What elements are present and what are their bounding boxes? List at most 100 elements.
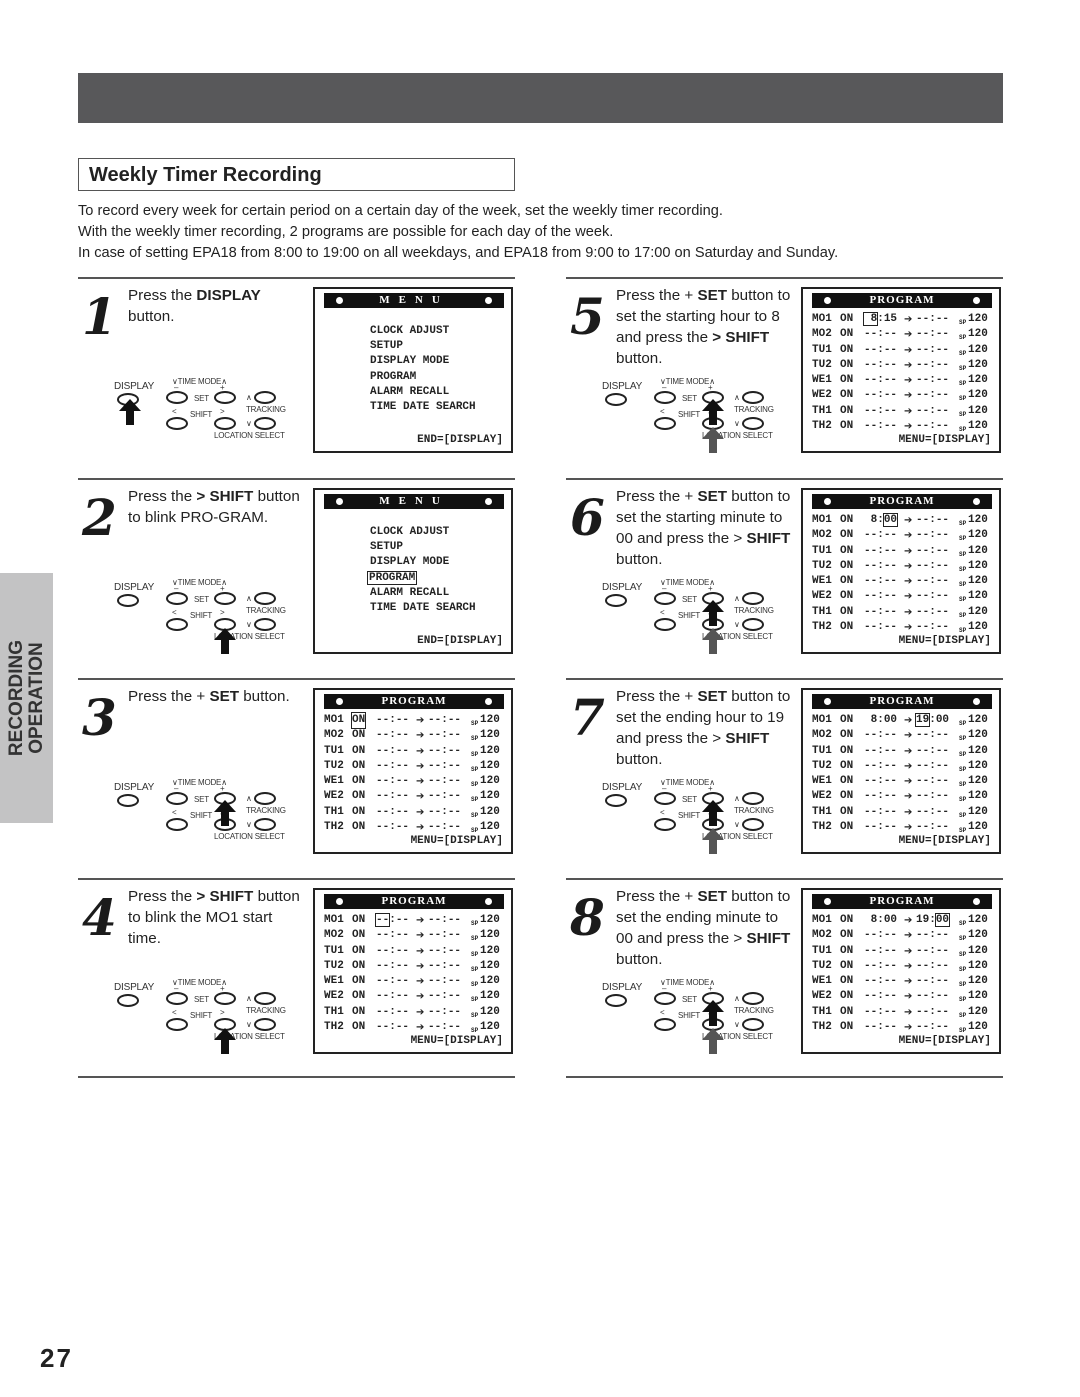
program-start-time: --:-- bbox=[864, 929, 898, 942]
shift-left-button[interactable] bbox=[166, 417, 188, 430]
tracking-up-button[interactable] bbox=[254, 592, 276, 605]
display-button[interactable] bbox=[117, 594, 139, 607]
program-start-time: --:-- bbox=[376, 1005, 410, 1018]
menu-item[interactable]: TIME DATE SEARCH bbox=[370, 400, 476, 415]
tracking-down-button[interactable] bbox=[742, 1018, 764, 1031]
display-button[interactable] bbox=[117, 794, 139, 807]
tracking-up-button[interactable] bbox=[254, 792, 276, 805]
set-plus-button[interactable] bbox=[214, 592, 236, 605]
tracking-down-button[interactable] bbox=[254, 417, 276, 430]
menu-item[interactable]: DISPLAY MODE bbox=[370, 555, 476, 570]
screen-title: PROGRAM bbox=[869, 495, 935, 507]
menu-item[interactable]: PROGRAM bbox=[366, 570, 476, 586]
display-button[interactable] bbox=[117, 994, 139, 1007]
intro-line: With the weekly timer recording, 2 progr… bbox=[78, 224, 614, 240]
display-button[interactable] bbox=[605, 994, 627, 1007]
screen-title: PROGRAM bbox=[381, 895, 447, 907]
time-minute: -- bbox=[447, 914, 462, 926]
set-minus-button[interactable] bbox=[654, 992, 676, 1005]
time-minute: -- bbox=[395, 759, 410, 772]
press-arrow-icon bbox=[702, 427, 724, 453]
remote-control-panel: DISPLAY∨TIME MODE∧–+SET∧TRACKING<SHIFT>∨… bbox=[114, 776, 294, 856]
shift-left-button[interactable] bbox=[166, 1018, 188, 1031]
time-minute: -- bbox=[447, 821, 462, 834]
tracking-up-button[interactable] bbox=[742, 592, 764, 605]
program-status: ON bbox=[350, 711, 367, 730]
set-minus-button[interactable] bbox=[166, 592, 188, 605]
shift-left-button[interactable] bbox=[654, 618, 676, 631]
time-minute: -- bbox=[935, 821, 950, 834]
speed-label: SP bbox=[471, 996, 479, 1004]
time-hour: -- bbox=[864, 420, 878, 433]
shift-left-label: < bbox=[172, 808, 177, 817]
tracking-down-button[interactable] bbox=[254, 1018, 276, 1031]
shift-right-button[interactable] bbox=[214, 417, 236, 430]
menu-item[interactable]: CLOCK ADJUST bbox=[370, 525, 476, 540]
program-status: ON bbox=[840, 759, 854, 772]
program-duration: 120 bbox=[480, 1021, 500, 1034]
set-plus-button[interactable] bbox=[214, 992, 236, 1005]
tracking-up-button[interactable] bbox=[742, 992, 764, 1005]
program-day: MO2 bbox=[324, 929, 344, 942]
menu-item[interactable]: PROGRAM bbox=[370, 370, 476, 385]
program-end-time: --:-- bbox=[916, 313, 950, 325]
program-end-time: --:-- bbox=[428, 1005, 462, 1018]
program-screen: PROGRAM MO1 ON 8:00 ➔ --:-- SP 120 MO2 ON --:-- ➔ -… bbox=[801, 488, 1001, 654]
tracking-down-button[interactable] bbox=[254, 618, 276, 631]
set-minus-button[interactable] bbox=[166, 792, 188, 805]
display-button[interactable] bbox=[605, 794, 627, 807]
program-duration: 120 bbox=[968, 404, 988, 417]
menu-item[interactable]: SETUP bbox=[370, 540, 476, 555]
speed-label: SP bbox=[471, 750, 479, 758]
menu-item[interactable]: CLOCK ADJUST bbox=[370, 324, 476, 339]
program-start-time: --:-- bbox=[376, 990, 410, 1003]
set-minus-button[interactable] bbox=[654, 391, 676, 404]
time-minute: -- bbox=[883, 605, 898, 618]
shift-left-button[interactable] bbox=[166, 618, 188, 631]
time-hour: -- bbox=[428, 759, 442, 772]
instruction-text: Press the bbox=[128, 287, 197, 304]
set-minus-button[interactable] bbox=[166, 992, 188, 1005]
tracking-down-button[interactable] bbox=[254, 818, 276, 831]
set-minus-button[interactable] bbox=[654, 592, 676, 605]
tracking-up-button[interactable] bbox=[254, 992, 276, 1005]
set-plus-button[interactable] bbox=[214, 391, 236, 404]
arrow-right-icon: ➔ bbox=[904, 405, 913, 417]
step-4: 4 Press the > SHIFT button to blink the M… bbox=[78, 878, 515, 1078]
menu-item[interactable]: ALARM RECALL bbox=[370, 586, 476, 601]
program-duration: 120 bbox=[968, 420, 988, 433]
instruction-text: Press the + bbox=[616, 287, 698, 304]
set-minus-button[interactable] bbox=[654, 792, 676, 805]
menu-item[interactable]: ALARM RECALL bbox=[370, 385, 476, 400]
shift-left-button[interactable] bbox=[166, 818, 188, 831]
program-screen: PROGRAM MO1 ON 8:00 ➔ 19:00 SP 120 MO2 ON --:-- ➔ -… bbox=[801, 688, 1001, 854]
time-hour: -- bbox=[376, 944, 390, 957]
tracking-up-button[interactable] bbox=[254, 391, 276, 404]
menu-item-label: PROGRAM bbox=[366, 570, 418, 585]
screen-footer: END=[DISPLAY] bbox=[417, 635, 503, 647]
program-status: ON bbox=[352, 929, 366, 942]
speed-label: SP bbox=[471, 781, 479, 789]
time-hour: -- bbox=[916, 575, 930, 588]
tracking-down-button[interactable] bbox=[742, 417, 764, 430]
tracking-down-button[interactable] bbox=[742, 618, 764, 631]
time-minute: -- bbox=[447, 729, 462, 742]
tracking-up-button[interactable] bbox=[742, 792, 764, 805]
instruction-emphasis: SET bbox=[209, 688, 240, 705]
display-button[interactable] bbox=[605, 594, 627, 607]
menu-item[interactable]: DISPLAY MODE bbox=[370, 354, 476, 369]
arrow-right-icon: ➔ bbox=[904, 791, 913, 803]
shift-left-button[interactable] bbox=[654, 1018, 676, 1031]
shift-left-button[interactable] bbox=[654, 417, 676, 430]
tracking-up-label: ∧ bbox=[734, 994, 740, 1003]
time-minute: -- bbox=[883, 590, 898, 603]
menu-item[interactable]: SETUP bbox=[370, 339, 476, 354]
instruction-emphasis: > SHIFT bbox=[712, 329, 770, 346]
menu-item[interactable]: TIME DATE SEARCH bbox=[370, 601, 476, 616]
set-minus-button[interactable] bbox=[166, 391, 188, 404]
shift-left-button[interactable] bbox=[654, 818, 676, 831]
tracking-down-button[interactable] bbox=[742, 818, 764, 831]
time-hour: -- bbox=[376, 729, 390, 742]
tracking-up-button[interactable] bbox=[742, 391, 764, 404]
display-button[interactable] bbox=[605, 393, 627, 406]
